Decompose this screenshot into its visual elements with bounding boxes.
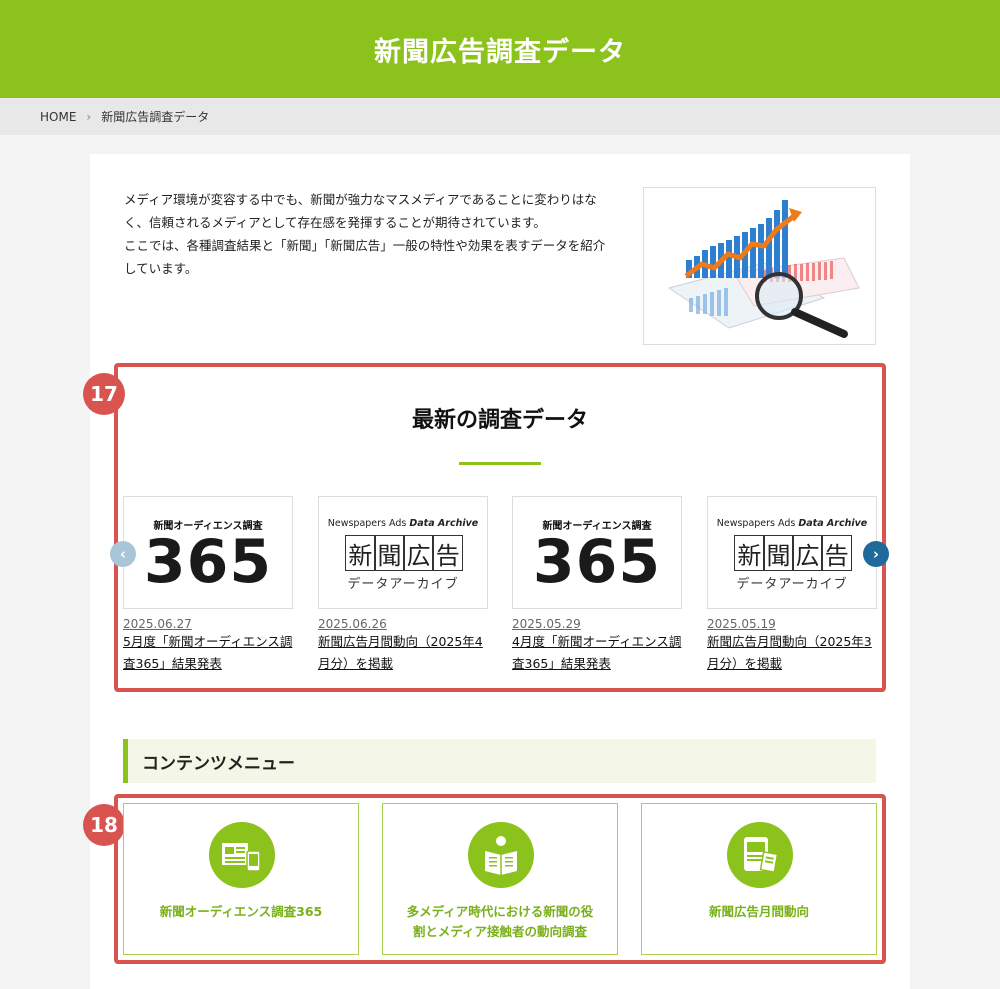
slide-title-link[interactable]: 5月度「新聞オーディエンス調査365」結果発表 [123, 634, 292, 671]
data-archive-thumbnail[interactable]: Newspapers Ads Data Archive 新聞広告 データアーカイ… [318, 496, 488, 609]
menu-card-label: 多メディア時代における新聞の役割とメディア接触者の動向調査 [406, 904, 594, 939]
chevron-left-icon: ‹ [119, 545, 127, 563]
carousel-next-button[interactable]: › [863, 541, 889, 567]
page-title: 新聞広告調査データ [374, 36, 626, 68]
intro-paragraph-1: メディア環境が変容する中でも、新聞が強力なマスメディアであることに変わりはなく、… [124, 192, 597, 230]
intro-paragraph-2: ここでは、各種調査結果と「新聞」「新聞広告」一般の特性や効果を表すデータを紹介し… [124, 238, 606, 276]
latest-slide[interactable]: Newspapers Ads Data Archive 新聞広告 データアーカイ… [318, 496, 488, 675]
breadcrumb-home-link[interactable]: HOME [40, 110, 76, 124]
data-archive-thumbnail[interactable]: Newspapers Ads Data Archive 新聞広告 データアーカイ… [707, 496, 877, 609]
menu-card-audience-365[interactable]: 新聞オーディエンス調査365 [123, 803, 359, 955]
tablet-document-icon [727, 822, 793, 888]
latest-slide[interactable]: Newspapers Ads Data Archive 新聞広告 データアーカイ… [707, 496, 877, 675]
breadcrumb: HOME › 新聞広告調査データ [0, 98, 1000, 135]
slide-date: 2025.05.19 [707, 617, 776, 631]
newspaper-tablet-icon [209, 822, 275, 888]
audience-365-thumbnail[interactable]: 新聞オーディエンス調査 365 [123, 496, 293, 609]
latest-slide[interactable]: 新聞オーディエンス調査 365 2025.06.27 5月度「新聞オーディエンス… [123, 496, 293, 675]
slide-date: 2025.05.29 [512, 617, 581, 631]
annotation-badge-18: 18 [83, 804, 125, 846]
menu-card-monthly-trends[interactable]: 新聞広告月間動向 [641, 803, 877, 955]
slide-title-link[interactable]: 新聞広告月間動向（2025年3月分）を掲載 [707, 634, 872, 671]
latest-slide[interactable]: 新聞オーディエンス調査 365 2025.05.29 4月度「新聞オーディエンス… [512, 496, 682, 675]
slide-title-link[interactable]: 新聞広告月間動向（2025年4月分）を掲載 [318, 634, 483, 671]
page-header: 新聞広告調査データ [0, 0, 1000, 98]
audience-365-thumbnail[interactable]: 新聞オーディエンス調査 365 [512, 496, 682, 609]
chevron-right-icon: › [872, 545, 880, 563]
hero-chart-image [643, 187, 876, 345]
menu-card-media-survey[interactable]: 多メディア時代における新聞の役割とメディア接触者の動向調査 [382, 803, 618, 955]
person-reading-icon [468, 822, 534, 888]
contents-menu-heading: コンテンツメニュー [123, 739, 876, 783]
menu-card-label: 新聞オーディエンス調査365 [159, 904, 323, 919]
carousel-prev-button[interactable]: ‹ [110, 541, 136, 567]
menu-card-label: 新聞広告月間動向 [708, 904, 809, 919]
title-underline [459, 462, 541, 465]
intro-text: メディア環境が変容する中でも、新聞が強力なマスメディアであることに変わりはなく、… [124, 188, 614, 280]
breadcrumb-current: 新聞広告調査データ [101, 110, 210, 124]
chevron-right-icon: › [86, 109, 92, 124]
slide-title-link[interactable]: 4月度「新聞オーディエンス調査365」結果発表 [512, 634, 681, 671]
slide-date: 2025.06.26 [318, 617, 387, 631]
slide-date: 2025.06.27 [123, 617, 192, 631]
latest-data-title: 最新の調査データ [411, 408, 588, 433]
